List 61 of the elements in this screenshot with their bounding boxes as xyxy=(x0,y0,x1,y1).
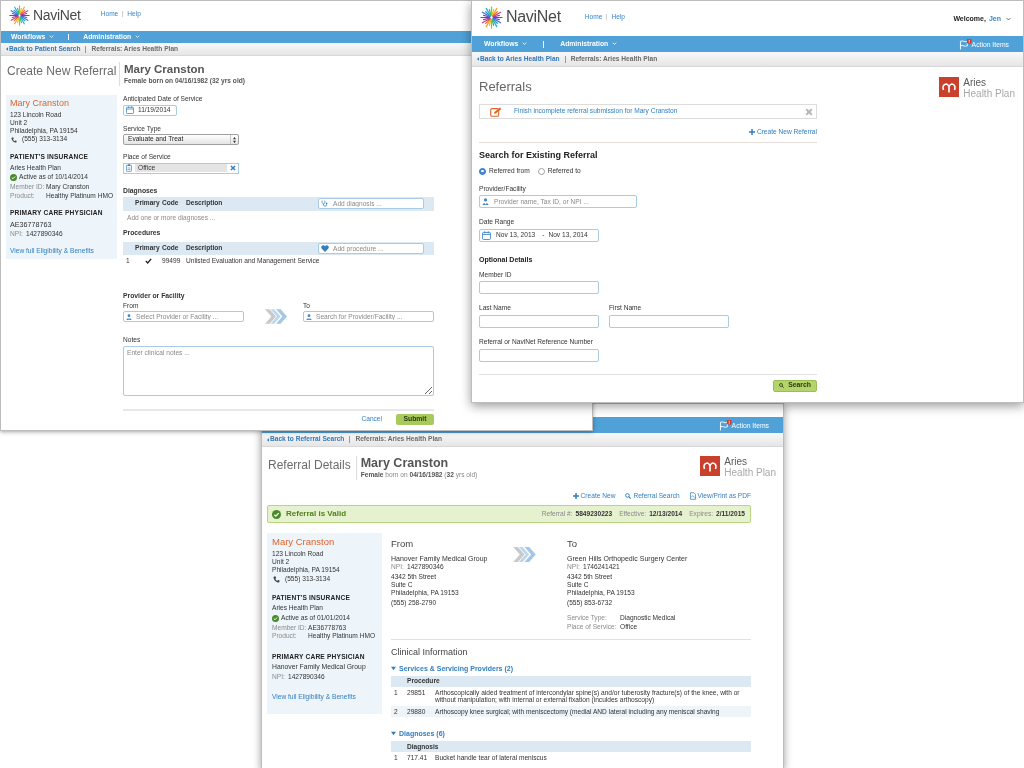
person-icon xyxy=(126,313,132,320)
caret-down-icon xyxy=(135,35,141,39)
page-title: Create New Referral xyxy=(7,65,118,77)
ram-logo-icon xyxy=(939,77,960,97)
plan-logo-subtitle: Health Plan xyxy=(963,89,1015,99)
person-icon xyxy=(306,313,312,320)
plan-logo-name: Aries xyxy=(963,78,988,88)
stethoscope-icon xyxy=(321,200,328,208)
caret-down-icon xyxy=(522,42,528,46)
starburst-logo-icon xyxy=(479,6,504,29)
caret-left-icon xyxy=(477,57,479,61)
heart-icon xyxy=(321,244,329,252)
search-icon xyxy=(779,383,785,389)
patient-name: Mary Cranston xyxy=(272,537,336,547)
ram-logo-icon xyxy=(700,456,721,476)
patient-name: Mary Cranston xyxy=(10,99,71,108)
section-heading: Search for Existing Referral xyxy=(479,150,599,160)
search-icon xyxy=(625,493,632,499)
plan-logo-name: Aries xyxy=(724,457,749,467)
plus-icon xyxy=(572,493,579,499)
party-heading: To xyxy=(567,539,579,549)
radio-button[interactable] xyxy=(537,167,545,175)
page-title: Referrals xyxy=(479,80,533,93)
plus-icon xyxy=(748,129,755,136)
double-chevron-icon xyxy=(265,309,287,325)
text-field[interactable] xyxy=(479,281,599,295)
document-icon xyxy=(689,492,696,500)
triangle-down-icon[interactable] xyxy=(391,665,396,671)
close-icon[interactable] xyxy=(230,165,236,172)
caret-down-icon xyxy=(1006,16,1011,21)
person-icon xyxy=(482,198,489,206)
calendar-icon xyxy=(482,230,491,240)
plan-logo-subtitle: Health Plan xyxy=(724,468,776,478)
party-heading: From xyxy=(391,539,415,549)
edit-icon xyxy=(490,106,502,117)
caret-down-icon xyxy=(612,42,618,46)
flag-icon xyxy=(958,38,972,50)
caret-down-icon xyxy=(49,35,55,39)
radio-button[interactable] xyxy=(479,167,486,175)
patient-name: Mary Cranston xyxy=(124,64,206,76)
logo-text: NaviNet xyxy=(506,9,561,25)
triangle-down-icon[interactable] xyxy=(391,731,396,737)
status-text: Referral is Valid xyxy=(286,510,347,518)
clipboard-icon xyxy=(126,164,132,173)
starburst-logo-icon xyxy=(8,5,31,26)
double-chevron-icon xyxy=(513,547,536,562)
caret-left-icon xyxy=(6,47,8,51)
text-field[interactable] xyxy=(479,314,599,328)
caret-left-icon xyxy=(267,437,269,442)
up-down-arrows-icon xyxy=(233,136,236,143)
flag-icon xyxy=(718,419,732,431)
text-field[interactable] xyxy=(479,348,599,362)
phone-icon xyxy=(11,136,17,143)
close-icon[interactable] xyxy=(805,107,813,116)
phone-icon xyxy=(273,575,280,583)
section-heading: Clinical Information xyxy=(391,647,469,657)
page-title: Referral Details xyxy=(268,459,351,471)
text-field[interactable] xyxy=(609,314,729,328)
patient-name: Mary Cranston xyxy=(360,457,450,470)
logo-text: NaviNet xyxy=(33,8,81,22)
calendar-icon xyxy=(126,106,134,115)
